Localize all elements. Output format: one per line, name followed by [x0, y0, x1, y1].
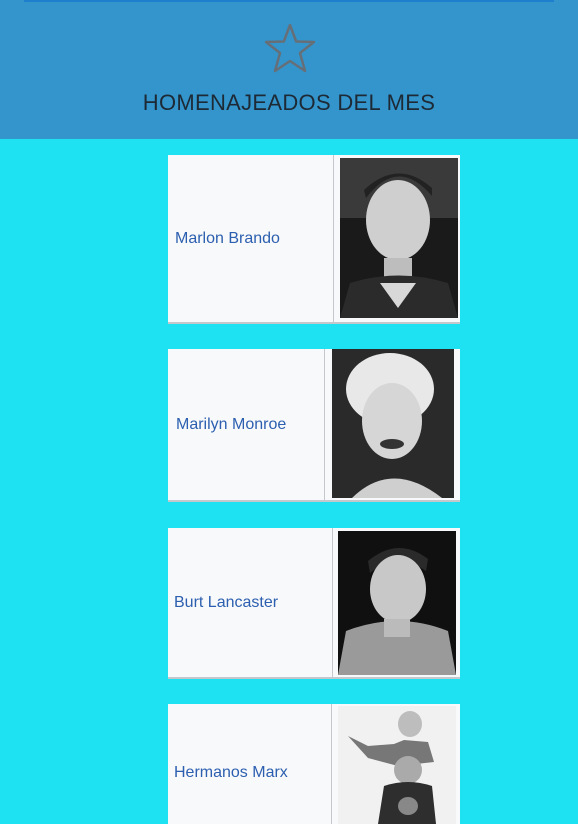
honoree-name-link[interactable]: Marilyn Monroe [168, 349, 326, 500]
card-divider [332, 528, 333, 677]
honoree-name-link[interactable]: Burt Lancaster [168, 528, 334, 677]
star-icon [264, 23, 316, 73]
honoree-card[interactable]: Burt Lancaster [168, 528, 460, 679]
portrait-photo [338, 531, 456, 675]
honoree-card[interactable]: Hermanos Marx [168, 704, 460, 824]
header-top-line [24, 0, 554, 2]
honoree-photo[interactable] [332, 349, 454, 498]
page-header: HOMENAJEADOS DEL MES [0, 0, 578, 139]
card-divider [324, 349, 325, 500]
honoree-name-link[interactable]: Marlon Brando [168, 155, 335, 322]
page-title: HOMENAJEADOS DEL MES [142, 90, 436, 115]
honoree-photo[interactable] [340, 158, 458, 318]
honoree-photo[interactable] [338, 706, 456, 824]
honoree-card[interactable]: Marlon Brando [168, 155, 460, 324]
card-divider [333, 155, 334, 322]
honoree-name-link[interactable]: Hermanos Marx [168, 704, 334, 824]
group-photo [338, 706, 456, 824]
honoree-card[interactable]: Marilyn Monroe [168, 349, 460, 502]
portrait-photo [332, 349, 454, 498]
honoree-photo[interactable] [338, 531, 456, 675]
portrait-photo [340, 158, 458, 318]
card-divider [331, 704, 332, 824]
